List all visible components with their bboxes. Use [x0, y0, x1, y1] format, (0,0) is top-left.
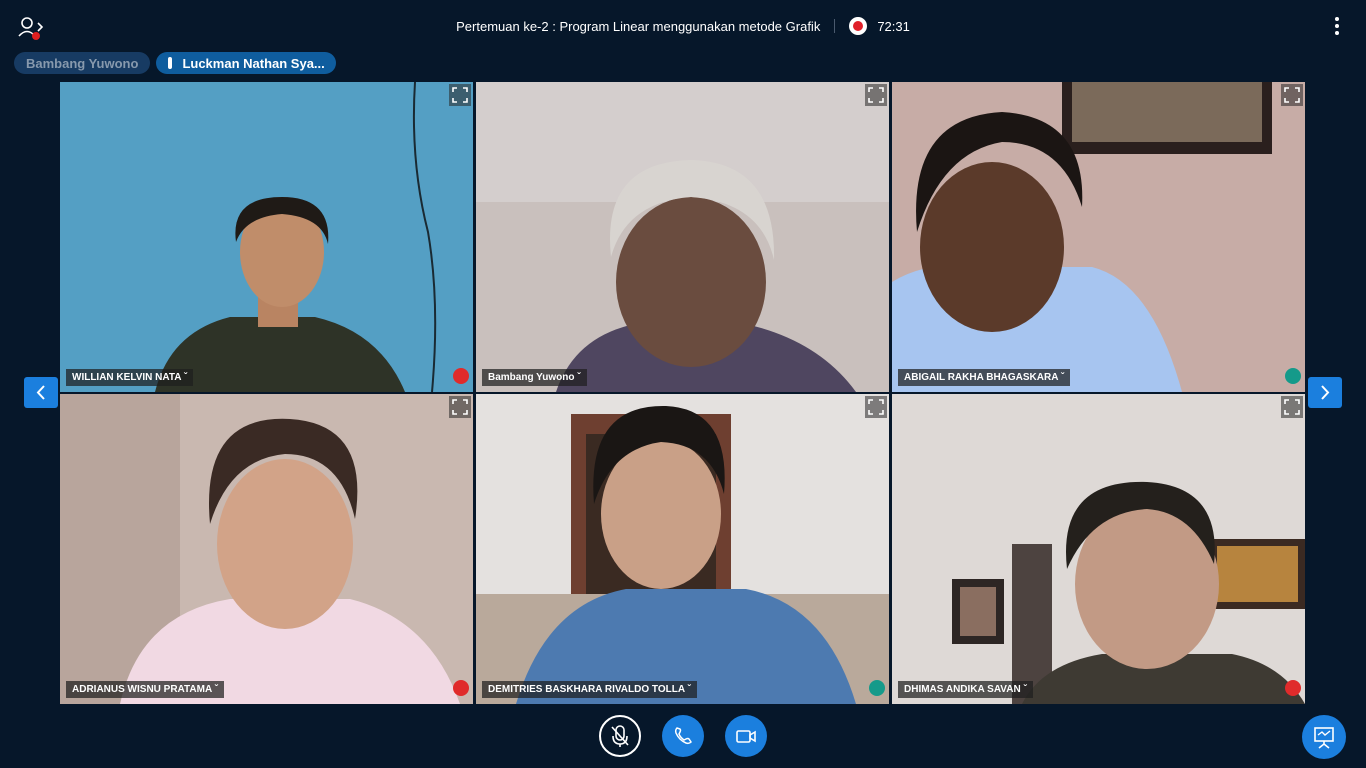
unmute-button[interactable]	[599, 715, 641, 757]
video-camera-icon	[736, 730, 756, 743]
video-tile: DEMITRIES BASKHARA RIVALDO TOLLA ˇ	[476, 394, 889, 704]
leave-audio-button[interactable]	[662, 715, 704, 757]
expand-icon	[868, 87, 884, 103]
participant-name-button[interactable]: Bambang Yuwono ˇ	[482, 369, 587, 386]
fullscreen-button[interactable]	[449, 84, 471, 106]
fullscreen-button[interactable]	[449, 396, 471, 418]
meeting-title: Pertemuan ke-2 : Program Linear mengguna…	[456, 19, 821, 34]
talking-indicator-luckman[interactable]: Luckman Nathan Sya...	[156, 52, 337, 74]
talker-name: Bambang Yuwono	[26, 55, 139, 71]
participant-name-button[interactable]: ADRIANUS WISNU PRATAMA ˇ	[66, 681, 224, 698]
video-tile: Bambang Yuwono ˇ	[476, 82, 889, 392]
expand-icon	[868, 399, 884, 415]
chevron-left-icon	[36, 385, 45, 400]
muted-microphone-icon	[1285, 680, 1301, 696]
expand-icon	[1284, 399, 1300, 415]
video-tile: ADRIANUS WISNU PRATAMA ˇ	[60, 394, 473, 704]
talking-indicators: Bambang Yuwono Luckman Nathan Sya...	[14, 52, 337, 74]
webcam-feed	[892, 394, 1305, 704]
fullscreen-button[interactable]	[865, 84, 887, 106]
phone-audio-icon	[674, 727, 692, 745]
fullscreen-button[interactable]	[1281, 396, 1303, 418]
webcam-feed	[476, 394, 889, 704]
participant-name: DHIMAS ANDIKA SAVAN	[904, 684, 1021, 695]
action-bar	[0, 715, 1366, 757]
participant-name-button[interactable]: WILLIAN KELVIN NATA ˇ	[66, 369, 194, 386]
participant-name-button[interactable]: ABIGAIL RAKHA BHAGASKARA ˇ	[898, 369, 1071, 386]
expand-icon	[1284, 87, 1300, 103]
fullscreen-button[interactable]	[1281, 84, 1303, 106]
participant-name-button[interactable]: DEMITRIES BASKHARA RIVALDO TOLLA ˇ	[482, 681, 697, 698]
fullscreen-button[interactable]	[865, 396, 887, 418]
talker-name: Luckman Nathan Sya...	[182, 55, 325, 71]
video-tile: WILLIAN KELVIN NATA ˇ	[60, 82, 473, 392]
video-grid: WILLIAN KELVIN NATA ˇ Bambang Yuwono ˇ A…	[60, 82, 1306, 704]
webcam-feed	[892, 82, 1305, 392]
participant-name: DEMITRIES BASKHARA RIVALDO TOLLA	[488, 684, 685, 695]
recording-timer: 72:31	[877, 19, 910, 34]
webcam-feed	[476, 82, 889, 392]
participant-name: WILLIAN KELVIN NATA	[72, 372, 182, 383]
participant-name-button[interactable]: DHIMAS ANDIKA SAVAN ˇ	[898, 681, 1033, 698]
share-webcam-button[interactable]	[725, 715, 767, 757]
muted-microphone-icon	[453, 680, 469, 696]
more-options-icon[interactable]	[1328, 17, 1346, 39]
chevron-right-icon	[1321, 385, 1330, 400]
top-bar: Pertemuan ke-2 : Program Linear mengguna…	[0, 0, 1366, 52]
talking-indicator-bambang[interactable]: Bambang Yuwono	[14, 52, 151, 74]
presentation-button[interactable]	[1302, 715, 1346, 759]
video-tile: ABIGAIL RAKHA BHAGASKARA ˇ	[892, 82, 1305, 392]
divider	[834, 19, 836, 33]
listen-only-headphones-icon	[1285, 368, 1301, 384]
listen-only-headphones-icon	[869, 680, 885, 696]
previous-page-button[interactable]	[24, 377, 58, 408]
expand-icon	[452, 87, 468, 103]
meeting-header: Pertemuan ke-2 : Program Linear mengguna…	[0, 17, 1366, 35]
video-tile: DHIMAS ANDIKA SAVAN ˇ	[892, 394, 1305, 704]
webcam-feed	[60, 394, 473, 704]
participant-name: ADRIANUS WISNU PRATAMA	[72, 684, 212, 695]
muted-microphone-icon	[453, 368, 469, 384]
unmute-microphone-icon	[611, 725, 629, 747]
next-page-button[interactable]	[1308, 377, 1342, 408]
expand-icon	[452, 399, 468, 415]
participant-name: Bambang Yuwono	[488, 372, 575, 383]
microphone-icon	[168, 57, 173, 69]
webcam-feed	[60, 82, 473, 392]
recording-indicator-icon[interactable]	[849, 17, 868, 35]
participant-name: ABIGAIL RAKHA BHAGASKARA	[904, 372, 1059, 383]
presentation-icon	[1314, 727, 1334, 749]
